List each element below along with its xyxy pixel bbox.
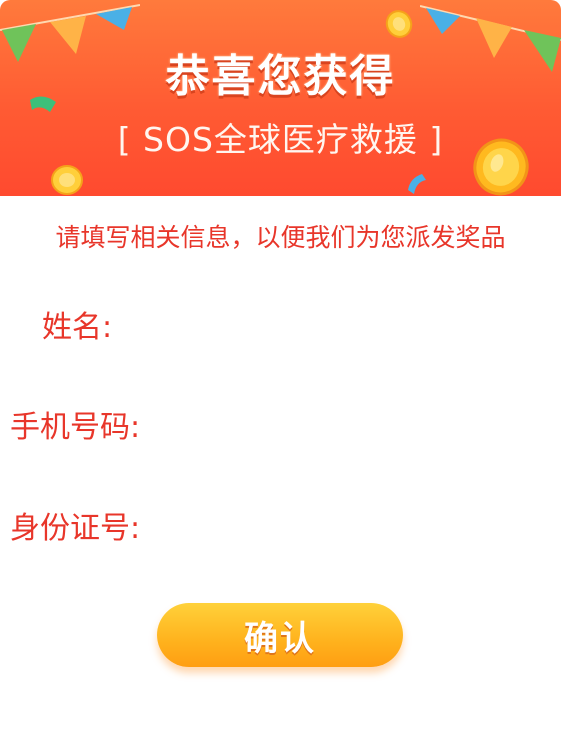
- name-field[interactable]: [122, 300, 526, 346]
- confirm-button[interactable]: 确认: [157, 603, 403, 667]
- coin-icon: [51, 165, 83, 195]
- phone-field[interactable]: [150, 400, 534, 446]
- prize-card: 恭喜您获得 [ SOS全球医疗救援 ] 请填写相关信息，以便我们为您派发奖品 姓…: [0, 0, 561, 729]
- phone-label: 手机号码:: [10, 410, 141, 445]
- prize-name: [ SOS全球医疗救援 ]: [117, 120, 444, 159]
- id-number-label: 身份证号:: [10, 511, 141, 546]
- page-title: 恭喜您获得: [165, 51, 396, 102]
- coin-icon: [385, 10, 413, 38]
- id-number-field[interactable]: [150, 501, 534, 547]
- prize-header-banner: 恭喜您获得 [ SOS全球医疗救援 ]: [0, 0, 561, 196]
- confetti-icon: [408, 174, 426, 194]
- instruction-text: 请填写相关信息，以便我们为您派发奖品: [55, 223, 506, 252]
- name-label: 姓名:: [42, 310, 113, 345]
